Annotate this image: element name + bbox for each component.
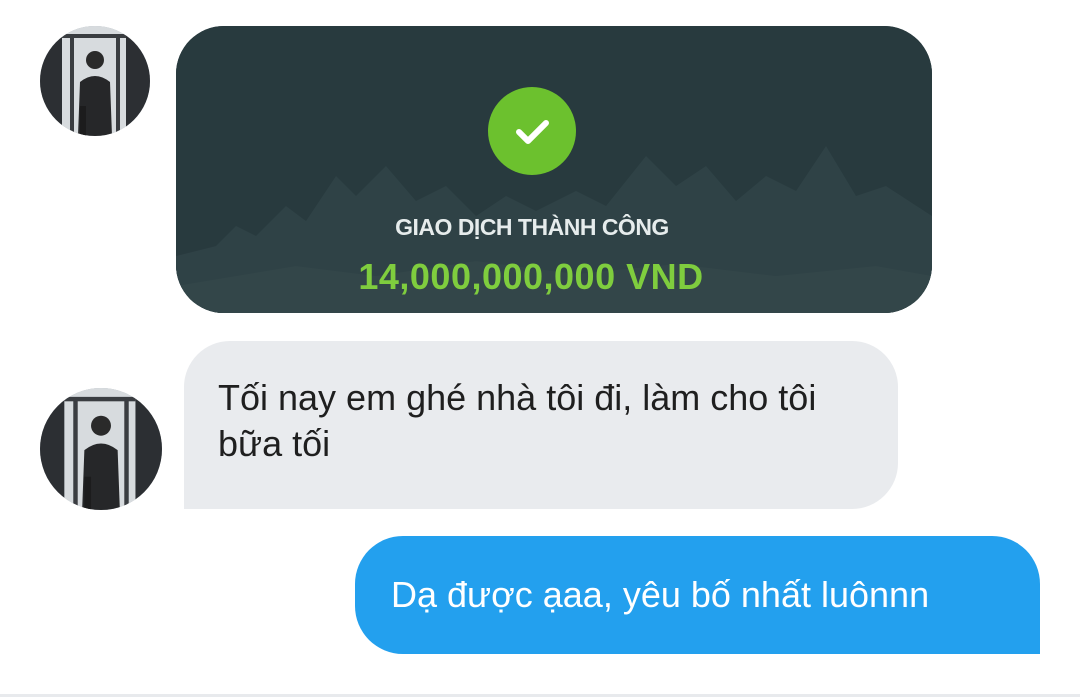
contact-photo	[40, 388, 162, 510]
contact-photo	[40, 26, 150, 136]
sent-message[interactable]: Dạ được ạaa, yêu bố nhất luônnn	[355, 536, 1040, 654]
received-message[interactable]: Tối nay em ghé nhà tôi đi, làm cho tôi b…	[184, 341, 898, 509]
success-check-icon	[488, 87, 576, 175]
contact-avatar[interactable]	[40, 388, 162, 510]
transaction-status: GIAO DỊCH THÀNH CÔNG	[395, 214, 669, 240]
transaction-image[interactable]: GIAO DỊCH THÀNH CÔNG 14,000,000,000 VND	[176, 26, 932, 313]
contact-avatar[interactable]	[40, 26, 150, 136]
transaction-amount: 14,000,000,000 VND	[358, 256, 704, 297]
